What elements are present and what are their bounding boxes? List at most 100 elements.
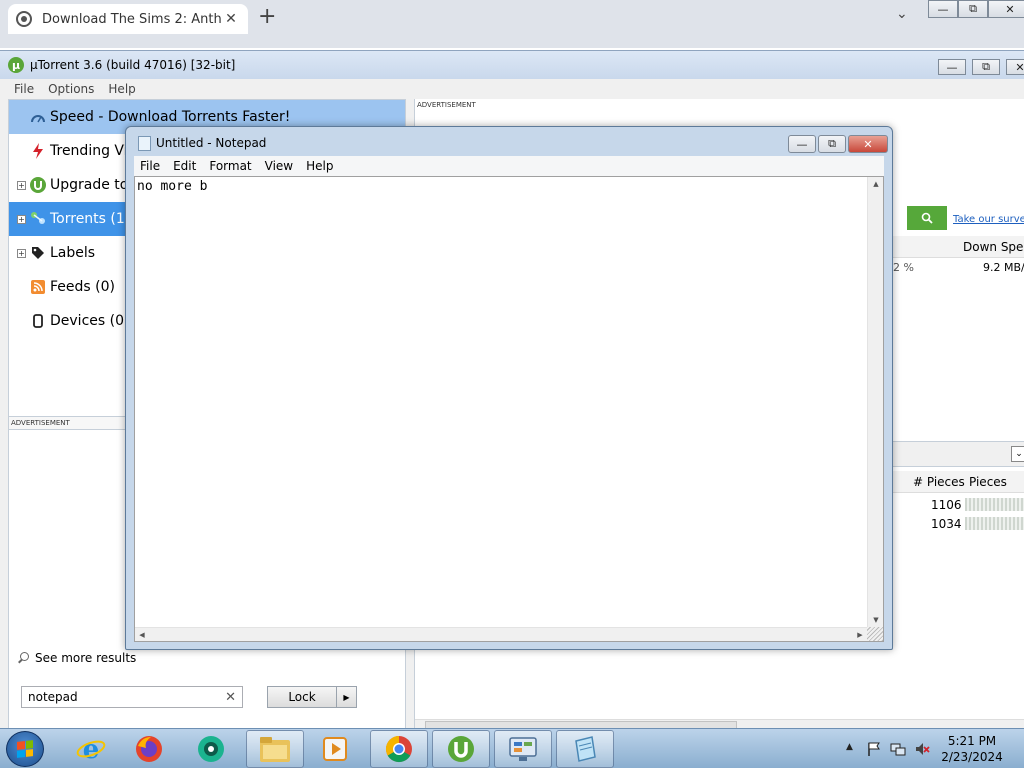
main-ad-label: ADVERTISEMENT — [417, 101, 476, 109]
see-more-results-link[interactable]: See more results — [17, 651, 136, 665]
sidebar-item-label: Devices (0) — [50, 313, 130, 329]
menu-view[interactable]: View — [265, 159, 293, 173]
survey-search-button[interactable] — [907, 206, 947, 230]
scroll-up-icon[interactable]: ▲ — [868, 177, 884, 191]
clear-search-icon[interactable]: ✕ — [225, 690, 236, 705]
lightning-icon — [29, 142, 47, 160]
collapse-detail-icon[interactable]: ⌄ — [1011, 446, 1024, 462]
menu-help[interactable]: Help — [306, 159, 333, 173]
tag-icon — [29, 244, 47, 262]
menu-file[interactable]: File — [14, 82, 34, 96]
clock-time: 5:21 PM — [947, 734, 997, 748]
browser-restore-button[interactable]: ⧉ — [958, 0, 988, 18]
notepad-horizontal-scrollbar[interactable]: ◀ ▶ — [135, 627, 867, 641]
browser-tab-strip: Download The Sims 2: Antholog ✕ + ⌄ — ⧉ … — [0, 0, 1024, 48]
notepad-text-area[interactable] — [135, 177, 867, 627]
notepad-window: Untitled - Notepad — ⧉ ✕ File Edit Forma… — [125, 126, 893, 650]
chrome-icon — [385, 735, 412, 763]
scroll-down-icon[interactable]: ▼ — [868, 613, 884, 627]
menu-options[interactable]: Options — [48, 82, 94, 96]
taskbar-utorrent[interactable] — [432, 730, 490, 768]
column-pieces[interactable]: Pieces — [969, 475, 1007, 489]
notepad-icon — [575, 736, 596, 762]
network-icon[interactable] — [890, 741, 906, 757]
taskbar-file-explorer[interactable] — [246, 730, 304, 768]
video-chat-icon — [198, 736, 224, 762]
tab-search-icon[interactable]: ⌄ — [896, 6, 908, 22]
utorrent-logo-icon — [29, 176, 47, 194]
browser-close-button[interactable]: ✕ — [988, 0, 1024, 18]
scroll-left-icon[interactable]: ◀ — [135, 628, 149, 642]
page-favicon-icon — [16, 11, 32, 27]
start-button[interactable] — [6, 731, 44, 767]
taskbar-firefox[interactable] — [120, 730, 178, 768]
menu-format[interactable]: Format — [209, 159, 251, 173]
notepad-editor: ▲ ▼ ◀ ▶ — [134, 176, 884, 642]
media-player-icon — [323, 737, 347, 761]
sidebar-search-input[interactable] — [28, 690, 226, 704]
notepad-vertical-scrollbar[interactable]: ▲ ▼ — [867, 177, 883, 627]
see-more-label: See more results — [35, 651, 137, 665]
notepad-maximize-button[interactable]: ⧉ — [818, 135, 846, 153]
svg-text:e: e — [83, 735, 100, 764]
expander-icon[interactable]: + — [17, 214, 26, 224]
taskbar-control-panel[interactable] — [494, 730, 552, 768]
taskbar-chrome[interactable] — [370, 730, 428, 768]
table-row[interactable]: 1034 — [893, 514, 1024, 533]
pieces-progress-bar — [965, 517, 1024, 530]
taskbar-clock[interactable]: 5:21 PM 2/23/2024 — [932, 733, 1012, 765]
new-tab-button[interactable]: + — [258, 4, 276, 29]
taskbar-internet-explorer[interactable]: e — [62, 730, 120, 768]
lock-button: Lock ▶ — [267, 686, 357, 708]
internet-explorer-icon: e — [76, 735, 106, 764]
scroll-right-icon[interactable]: ▶ — [853, 628, 867, 642]
utorrent-icon — [448, 736, 474, 762]
volume-muted-icon[interactable] — [914, 741, 930, 757]
column-num-pieces[interactable]: # Pieces — [913, 475, 965, 489]
notepad-minimize-button[interactable]: — — [788, 135, 816, 153]
device-icon — [29, 312, 47, 330]
notepad-menubar: File Edit Format View Help — [134, 156, 884, 176]
clock-date: 2/23/2024 — [941, 750, 1003, 764]
control-panel-icon — [509, 737, 537, 761]
detail-pane-toolbar: ⌄ — [893, 441, 1024, 467]
utorrent-logo-icon: µ — [8, 57, 24, 73]
menu-file[interactable]: File — [140, 159, 160, 173]
action-center-flag-icon[interactable] — [866, 741, 882, 757]
expander-icon[interactable]: + — [17, 180, 26, 190]
search-icon — [921, 212, 933, 224]
resize-grip-icon[interactable] — [867, 627, 883, 641]
utorrent-restore-button[interactable]: ⧉ — [972, 59, 1000, 75]
firefox-icon — [136, 736, 162, 762]
torrent-row[interactable]: 2 % 9.2 MB/s — [893, 258, 1024, 278]
sidebar-item-label: Torrents (1) — [50, 211, 131, 227]
pieces-progress-bar — [965, 498, 1024, 511]
browser-minimize-button[interactable]: — — [928, 0, 958, 18]
table-row[interactable]: 1106 — [893, 495, 1024, 514]
taskbar-video-chat[interactable] — [182, 730, 240, 768]
take-survey-link[interactable]: Take our survey — [953, 214, 1024, 225]
pieces-list-header: # Pieces Pieces — [893, 471, 1024, 493]
menu-help[interactable]: Help — [108, 82, 135, 96]
utorrent-close-button[interactable]: ✕ — [1006, 59, 1024, 75]
lock-button-main[interactable]: Lock — [268, 687, 336, 707]
folder-icon — [260, 737, 290, 762]
taskbar-media-player[interactable] — [306, 730, 364, 768]
column-down-speed[interactable]: Down Speed — [963, 240, 1024, 254]
torrents-icon — [29, 210, 47, 228]
utorrent-titlebar[interactable]: µ µTorrent 3.6 (build 47016) [32-bit] — … — [0, 51, 1024, 79]
notepad-titlebar[interactable]: Untitled - Notepad — ⧉ ✕ — [126, 127, 892, 159]
show-hidden-icons-icon[interactable]: ▲ — [846, 742, 853, 752]
notepad-close-button[interactable]: ✕ — [848, 135, 888, 153]
browser-tab-close-icon[interactable]: ✕ — [222, 11, 240, 27]
menu-edit[interactable]: Edit — [173, 159, 196, 173]
utorrent-minimize-button[interactable]: — — [938, 59, 966, 75]
utorrent-window-controls: — ⧉ ✕ — [938, 59, 1024, 75]
search-icon — [17, 652, 29, 664]
notepad-icon — [138, 135, 151, 151]
browser-tab[interactable]: Download The Sims 2: Antholog ✕ — [8, 4, 248, 34]
lock-dropdown-arrow-icon[interactable]: ▶ — [336, 687, 356, 707]
taskbar-notepad[interactable] — [556, 730, 614, 768]
expander-icon[interactable]: + — [17, 248, 26, 258]
windows-taskbar: e ▲ 5:21 PM 2/23/2024 — [0, 728, 1024, 768]
